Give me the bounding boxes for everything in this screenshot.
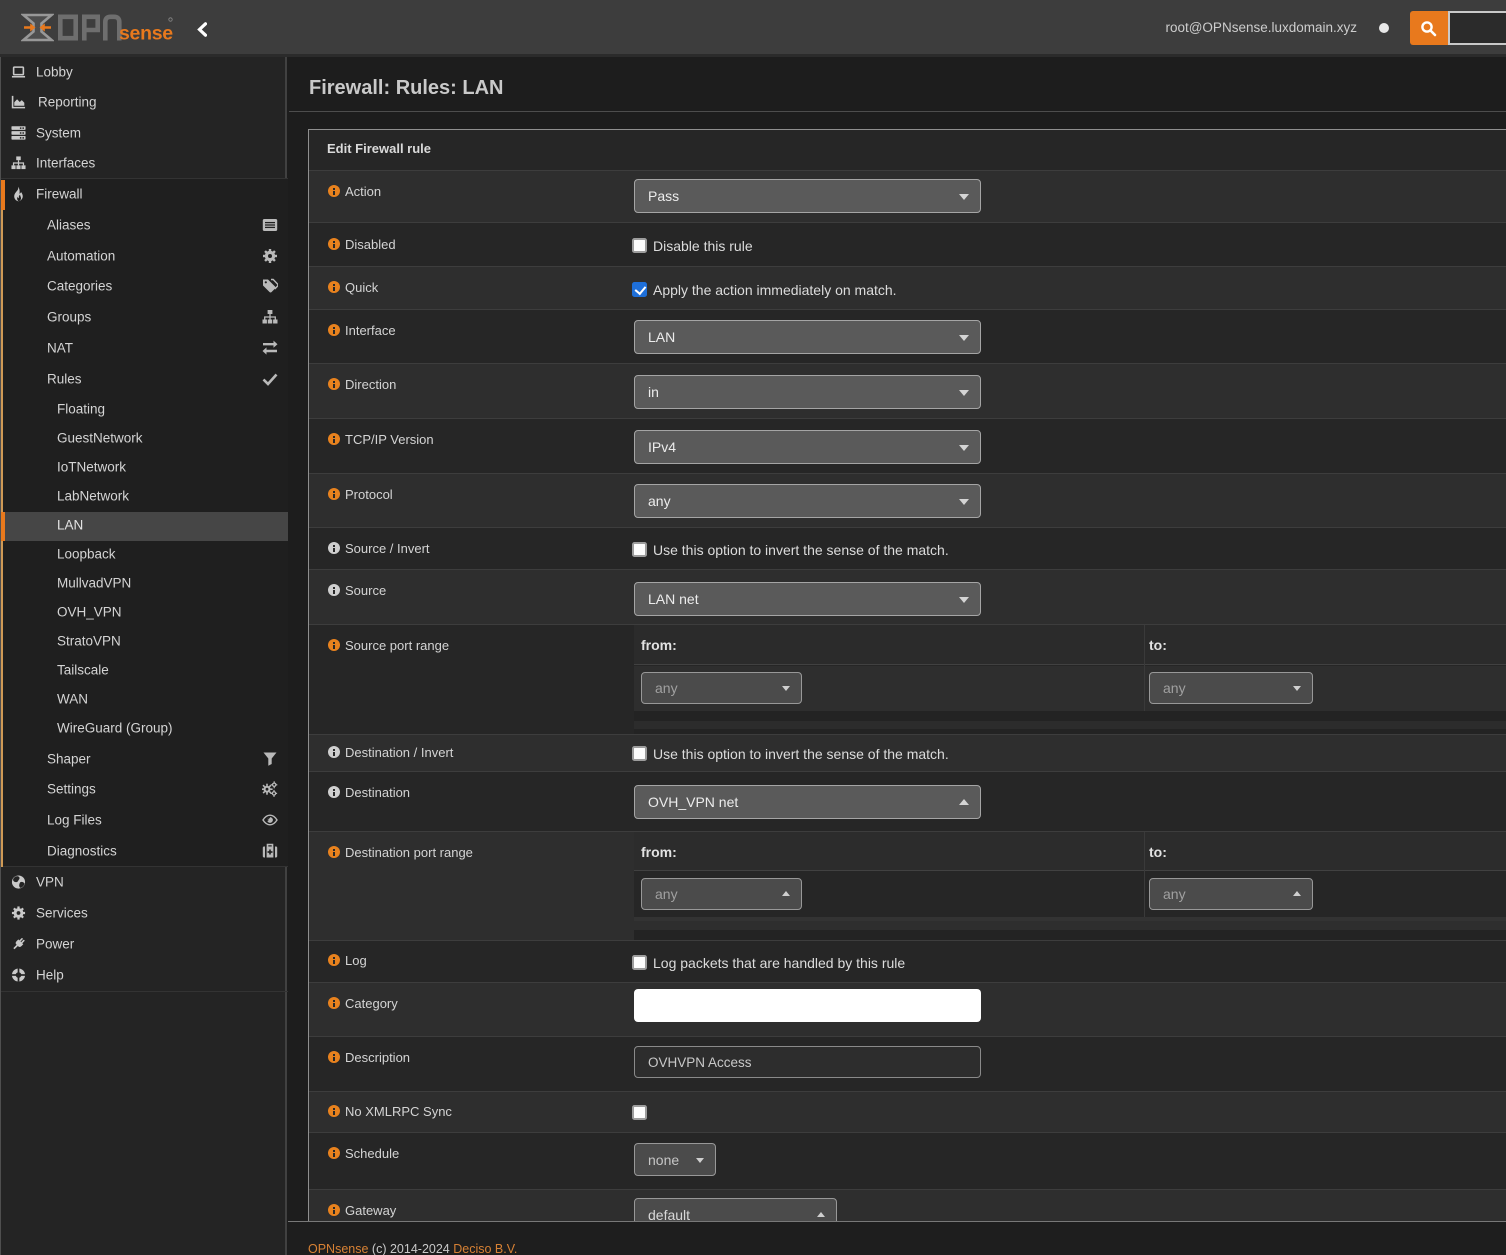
svg-text:sense: sense xyxy=(119,23,173,45)
